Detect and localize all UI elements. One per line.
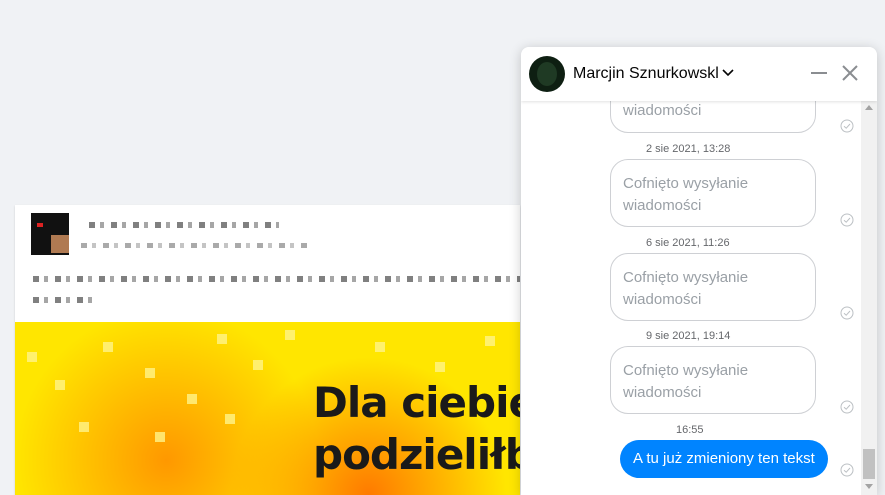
close-icon[interactable] xyxy=(838,61,862,85)
post-image[interactable]: Dla ciebie podzieliłby xyxy=(15,322,520,495)
image-sparkle xyxy=(375,342,385,352)
post-image-headline-line: Dla ciebie xyxy=(313,378,520,427)
post-image-headline-line: podzieliłby xyxy=(313,430,520,479)
scroll-up-arrow-icon[interactable] xyxy=(865,105,873,110)
image-sparkle xyxy=(145,368,155,378)
chevron-down-icon[interactable] xyxy=(720,65,736,81)
unsent-message-text: Cofnięto wysyłanie wiadomości xyxy=(623,269,749,308)
post-author-name-blurred[interactable] xyxy=(89,222,279,228)
message-timestamp: 2 sie 2021, 13:28 xyxy=(646,143,731,155)
check-circle-icon xyxy=(840,213,854,227)
unsent-message-text: wiadomości xyxy=(623,102,702,119)
image-sparkle xyxy=(435,362,445,372)
unsent-message-text: Cofnięto wysyłanie wiadomości xyxy=(623,175,749,214)
post-text-blurred-line-1 xyxy=(33,276,520,282)
chat-header: Marcjin Sznurkowskl xyxy=(521,47,877,101)
image-sparkle xyxy=(485,336,495,346)
minimize-icon[interactable] xyxy=(807,61,831,85)
contact-name[interactable]: Marcjin Sznurkowskl xyxy=(573,65,719,83)
image-sparkle xyxy=(253,360,263,370)
message-list-scrollbar[interactable] xyxy=(861,101,877,495)
contact-avatar[interactable] xyxy=(529,56,565,92)
check-circle-icon xyxy=(840,463,854,477)
unsent-message-bubble[interactable]: Cofnięto wysyłanie wiadomości xyxy=(610,346,816,414)
check-circle-icon xyxy=(840,306,854,320)
message-timestamp: 16:55 xyxy=(676,424,704,436)
unsent-message-bubble[interactable]: Cofnięto wysyłanie wiadomości xyxy=(610,253,816,321)
post-author-avatar[interactable] xyxy=(31,213,69,255)
image-sparkle xyxy=(79,422,89,432)
scrollbar-thumb[interactable] xyxy=(863,449,875,479)
feed-post: Dla ciebie podzieliłby xyxy=(15,205,520,495)
unsent-message-bubble[interactable]: Cofnięto wysyłanie wiadomości xyxy=(610,159,816,227)
post-meta-blurred xyxy=(81,243,307,248)
image-sparkle xyxy=(155,432,165,442)
check-circle-icon xyxy=(840,119,854,133)
image-sparkle xyxy=(225,414,235,424)
unsent-message-text: Cofnięto wysyłanie wiadomości xyxy=(623,362,749,401)
image-sparkle xyxy=(285,330,295,340)
image-sparkle xyxy=(187,394,197,404)
scroll-down-arrow-icon[interactable] xyxy=(865,484,873,489)
check-circle-icon xyxy=(840,400,854,414)
image-sparkle xyxy=(27,352,37,362)
sent-message-bubble[interactable]: A tu już zmieniony ten tekst xyxy=(620,440,828,478)
chat-window: Marcjin Sznurkowskl wiadomości 2 sie 202… xyxy=(521,47,877,495)
post-image-headline: Dla ciebie podzieliłby xyxy=(313,377,520,481)
message-list[interactable]: wiadomości 2 sie 2021, 13:28 Cofnięto wy… xyxy=(521,77,861,495)
message-timestamp: 6 sie 2021, 11:26 xyxy=(646,237,730,249)
image-sparkle xyxy=(103,342,113,352)
post-text-blurred-line-2 xyxy=(33,297,95,303)
message-timestamp: 9 sie 2021, 19:14 xyxy=(646,330,731,342)
image-sparkle xyxy=(55,380,65,390)
image-sparkle xyxy=(217,334,227,344)
